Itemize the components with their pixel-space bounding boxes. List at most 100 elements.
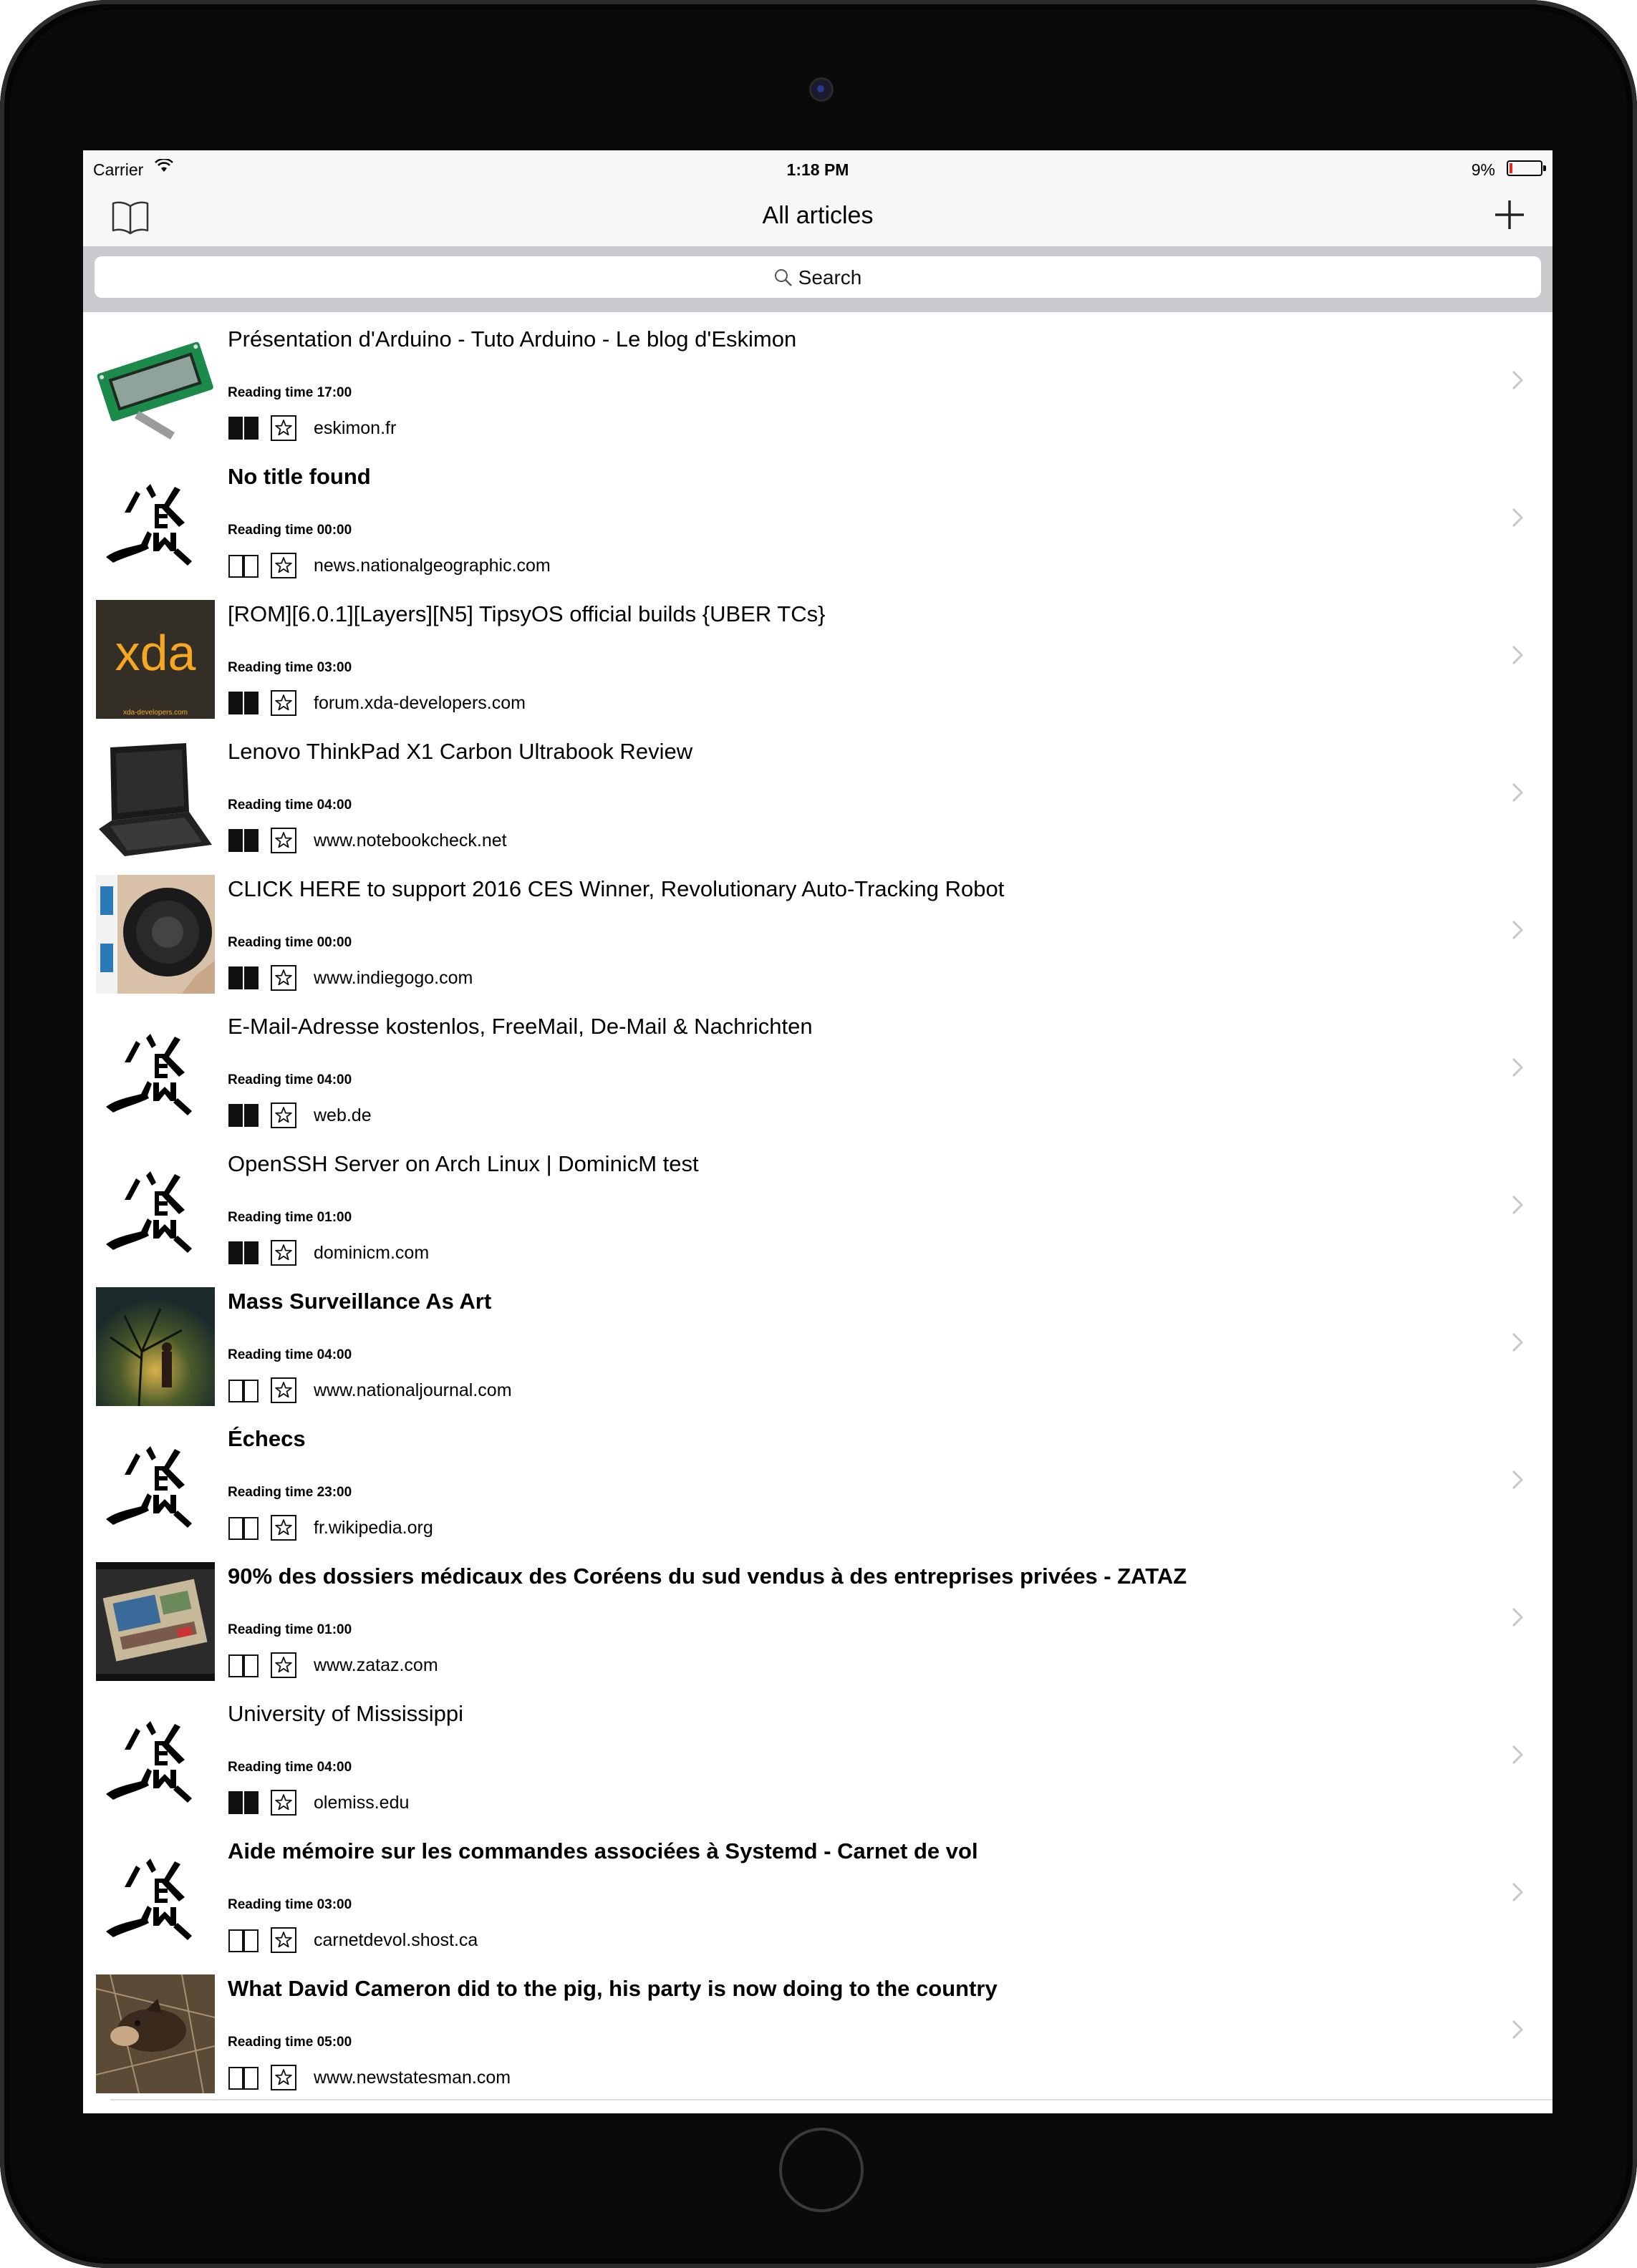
- article-title: University of Mississippi: [228, 1701, 464, 1726]
- article-title: OpenSSH Server on Arch Linux | DominicM …: [228, 1151, 699, 1176]
- reading-time: Reading time 17:00: [228, 385, 352, 400]
- article-row[interactable]: University of Mississippi Reading time 0…: [83, 1687, 1553, 1826]
- star-icon[interactable]: [271, 1240, 296, 1266]
- star-icon[interactable]: [271, 553, 296, 578]
- search-placeholder: Search: [798, 266, 862, 289]
- app-screen: Carrier 1:18 PM 9% All articles Search P…: [83, 150, 1553, 2113]
- article-row[interactable]: Lenovo ThinkPad X1 Carbon Ultrabook Revi…: [83, 724, 1553, 863]
- article-row[interactable]: Échecs Reading time 23:00 fr.wikipedia.o…: [83, 1412, 1553, 1551]
- article-row[interactable]: What David Cameron did to the pig, his p…: [83, 1962, 1553, 2100]
- article-row[interactable]: 90% des dossiers médicaux des Coréens du…: [83, 1549, 1553, 1688]
- unread-book-icon[interactable]: [228, 2065, 259, 2090]
- unread-book-icon[interactable]: [228, 1652, 259, 1678]
- unread-book-icon[interactable]: [228, 1927, 259, 1953]
- status-bar: Carrier 1:18 PM 9%: [83, 150, 1553, 188]
- star-icon[interactable]: [271, 965, 296, 991]
- read-book-icon[interactable]: [228, 1790, 259, 1816]
- article-thumbnail: [96, 462, 215, 581]
- chevron-right-icon: [1511, 919, 1524, 941]
- star-icon[interactable]: [271, 690, 296, 716]
- article-title: [ROM][6.0.1][Layers][N5] TipsyOS officia…: [228, 601, 826, 626]
- article-row[interactable]: Aide mémoire sur les commandes associées…: [83, 1824, 1553, 1963]
- article-row[interactable]: Présentation d'Arduino - Tuto Arduino - …: [83, 312, 1553, 451]
- article-row[interactable]: No title found Reading time 00:00 news.n…: [83, 450, 1553, 588]
- read-book-icon[interactable]: [228, 690, 259, 716]
- article-domain: fr.wikipedia.org: [314, 1518, 433, 1538]
- chevron-right-icon: [1511, 369, 1524, 391]
- read-book-icon[interactable]: [228, 828, 259, 853]
- article-row[interactable]: Mass Surveillance As Art Reading time 04…: [83, 1274, 1553, 1413]
- chevron-right-icon: [1511, 1744, 1524, 1765]
- article-domain: olemiss.edu: [314, 1793, 410, 1813]
- article-thumbnail: [96, 1974, 215, 2093]
- tablet-device: Carrier 1:18 PM 9% All articles Search P…: [0, 0, 1637, 2268]
- star-icon[interactable]: [271, 1377, 296, 1403]
- row-separator: [110, 2099, 1553, 2100]
- chevron-right-icon: [1511, 1606, 1524, 1628]
- front-camera: [809, 77, 834, 102]
- star-icon[interactable]: [271, 828, 296, 853]
- star-icon[interactable]: [271, 1515, 296, 1541]
- battery-percent: 9%: [1471, 160, 1495, 179]
- article-thumbnail: xda xda-developers.com: [96, 600, 215, 719]
- svg-text:xda-developers.com: xda-developers.com: [123, 709, 188, 717]
- add-icon[interactable]: [1491, 196, 1528, 233]
- search-input[interactable]: Search: [95, 256, 1541, 298]
- article-domain: news.nationalgeographic.com: [314, 556, 551, 576]
- article-thumbnail: [96, 1837, 215, 1956]
- reading-time: Reading time 04:00: [228, 798, 352, 813]
- article-thumbnail: [96, 1425, 215, 1544]
- read-book-icon[interactable]: [228, 1102, 259, 1128]
- unread-book-icon[interactable]: [228, 1515, 259, 1541]
- article-row[interactable]: E-Mail-Adresse kostenlos, FreeMail, De-M…: [83, 999, 1553, 1138]
- star-icon[interactable]: [271, 1790, 296, 1816]
- article-domain: www.indiegogo.com: [314, 968, 473, 988]
- article-row[interactable]: OpenSSH Server on Arch Linux | DominicM …: [83, 1137, 1553, 1276]
- star-icon[interactable]: [271, 2065, 296, 2090]
- navigation-bar: All articles: [83, 188, 1553, 248]
- chevron-right-icon: [1511, 1881, 1524, 1903]
- article-domain: www.nationaljournal.com: [314, 1380, 512, 1400]
- article-domain: www.newstatesman.com: [314, 2068, 511, 2088]
- reading-time: Reading time 05:00: [228, 2035, 352, 2050]
- article-title: Lenovo ThinkPad X1 Carbon Ultrabook Revi…: [228, 739, 693, 764]
- article-thumbnail: [96, 1562, 215, 1681]
- read-book-icon[interactable]: [228, 415, 259, 441]
- article-domain: forum.xda-developers.com: [314, 693, 526, 713]
- article-row[interactable]: CLICK HERE to support 2016 CES Winner, R…: [83, 862, 1553, 1001]
- chevron-right-icon: [1511, 644, 1524, 666]
- article-title: CLICK HERE to support 2016 CES Winner, R…: [228, 876, 1005, 901]
- home-button[interactable]: [779, 2128, 864, 2212]
- article-domain: www.zataz.com: [314, 1655, 438, 1675]
- unread-book-icon[interactable]: [228, 553, 259, 578]
- article-title: 90% des dossiers médicaux des Coréens du…: [228, 1564, 1187, 1589]
- article-title: No title found: [228, 464, 371, 489]
- article-domain: dominicm.com: [314, 1243, 430, 1263]
- read-book-icon[interactable]: [228, 1240, 259, 1266]
- unread-book-icon[interactable]: [228, 1377, 259, 1403]
- reading-time: Reading time 04:00: [228, 1072, 352, 1087]
- chevron-right-icon: [1511, 1469, 1524, 1491]
- battery-icon: [1507, 160, 1546, 176]
- chevron-right-icon: [1511, 1332, 1524, 1353]
- page-title: All articles: [762, 202, 874, 229]
- reading-time: Reading time 00:00: [228, 935, 352, 950]
- article-thumbnail: [96, 1012, 215, 1131]
- star-icon[interactable]: [271, 1652, 296, 1678]
- search-icon: [774, 268, 793, 287]
- article-thumbnail: [96, 1150, 215, 1269]
- article-thumbnail: [96, 325, 215, 444]
- article-row[interactable]: xda xda-developers.com [ROM][6.0.1][Layer…: [83, 587, 1553, 726]
- read-book-icon[interactable]: [228, 965, 259, 991]
- article-thumbnail: [96, 737, 215, 856]
- reading-time: Reading time 03:00: [228, 1897, 352, 1912]
- chevron-right-icon: [1511, 1194, 1524, 1216]
- star-icon[interactable]: [271, 415, 296, 441]
- star-icon[interactable]: [271, 1102, 296, 1128]
- star-icon[interactable]: [271, 1927, 296, 1953]
- article-thumbnail: [96, 1287, 215, 1406]
- article-domain: carnetdevol.shost.ca: [314, 1930, 478, 1950]
- reading-time: Reading time 00:00: [228, 523, 352, 538]
- article-title: What David Cameron did to the pig, his p…: [228, 1976, 998, 2001]
- article-thumbnail: [96, 875, 215, 994]
